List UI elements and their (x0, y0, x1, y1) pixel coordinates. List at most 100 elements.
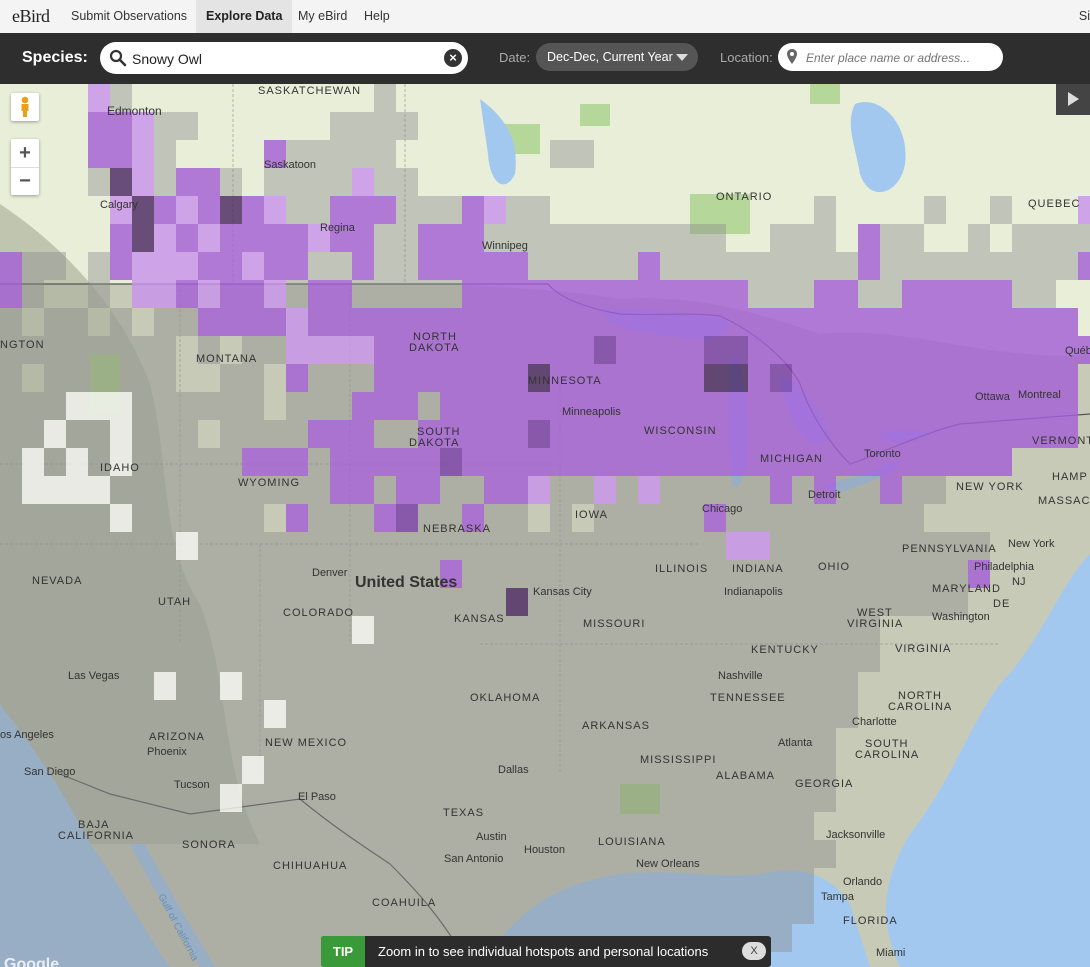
grid-cell (330, 140, 352, 168)
species-input[interactable] (130, 47, 434, 71)
label-kentucky: KENTUCKY (751, 644, 819, 656)
grid-cell (154, 560, 176, 588)
park-patch (580, 104, 610, 126)
grid-cell (462, 364, 484, 392)
grid-cell (132, 840, 154, 868)
grid-cell (506, 308, 528, 336)
grid-cell (220, 420, 242, 448)
zoom-out-button[interactable]: − (11, 167, 39, 195)
map-canvas[interactable]: SASKATCHEWAN Edmonton Saskatoon Calgary … (0, 84, 1090, 967)
grid-cell (132, 756, 154, 784)
grid-cell (132, 280, 154, 308)
grid-cell (748, 392, 770, 420)
grid-cell (682, 308, 704, 336)
grid-cell (792, 504, 814, 532)
grid-cell (968, 224, 990, 252)
grid-cell (616, 896, 638, 924)
grid-cell (682, 896, 704, 924)
grid-cell (682, 644, 704, 672)
nav-sign-in-partial[interactable]: Si (1079, 0, 1090, 33)
location-search-box[interactable] (778, 43, 1003, 71)
grid-cell (396, 112, 418, 140)
grid-cell (660, 896, 682, 924)
grid-cell (572, 532, 594, 560)
grid-cell (396, 812, 418, 840)
grid-cell (528, 560, 550, 588)
label-tennessee: TENNESSEE (710, 692, 786, 704)
ebird-logo[interactable]: eBird (12, 6, 50, 27)
label-utah: UTAH (158, 596, 191, 608)
grid-cell (594, 224, 616, 252)
zoom-in-button[interactable]: + (11, 139, 39, 168)
grid-cell (374, 112, 396, 140)
label-calgary: Calgary (100, 199, 138, 211)
grid-cell (550, 420, 572, 448)
grid-cell (308, 672, 330, 700)
label-dallas: Dallas (498, 764, 529, 776)
grid-cell (132, 952, 154, 967)
label-los-angeles: os Angeles (0, 729, 54, 741)
grid-cell (44, 252, 66, 280)
grid-cell (902, 280, 924, 308)
grid-cell (484, 644, 506, 672)
label-regina: Regina (320, 222, 356, 234)
grid-cell (330, 868, 352, 896)
grid-cell (88, 616, 110, 644)
grid-cell (550, 532, 572, 560)
street-view-pegman-button[interactable] (11, 93, 39, 121)
grid-cell (176, 644, 198, 672)
nav-help[interactable]: Help (354, 0, 400, 33)
grid-cell (242, 840, 264, 868)
expand-panel-button[interactable] (1056, 84, 1090, 115)
grid-cell (286, 448, 308, 476)
grid-cell (374, 756, 396, 784)
grid-cell (594, 336, 616, 364)
grid-cell (198, 616, 220, 644)
label-georgia: GEORGIA (795, 778, 853, 790)
grid-cell (220, 308, 242, 336)
nav-explore-data[interactable]: Explore Data (196, 0, 293, 33)
location-input[interactable] (804, 47, 998, 69)
grid-cell (110, 168, 132, 196)
grid-cell (528, 308, 550, 336)
grid-cell (528, 476, 550, 504)
grid-cell (528, 252, 550, 280)
grid-cell (154, 812, 176, 840)
grid-cell (440, 700, 462, 728)
grid-cell (264, 448, 286, 476)
chevron-down-icon (676, 54, 688, 61)
grid-cell (132, 672, 154, 700)
grid-cell (220, 532, 242, 560)
label-coahuila: COAHUILA (372, 897, 436, 909)
grid-cell (550, 252, 572, 280)
clear-species-icon[interactable]: × (444, 49, 462, 67)
grid-cell (242, 812, 264, 840)
nav-my-ebird[interactable]: My eBird (288, 0, 357, 33)
grid-cell (638, 392, 660, 420)
grid-cell (66, 924, 88, 952)
nav-submit-observations[interactable]: Submit Observations (61, 0, 197, 33)
grid-cell (814, 252, 836, 280)
grid-cell (484, 700, 506, 728)
grid-cell (748, 420, 770, 448)
grid-cell (154, 672, 176, 700)
grid-cell (0, 700, 22, 728)
grid-cell (462, 476, 484, 504)
range-map[interactable]: SASKATCHEWAN Edmonton Saskatoon Calgary … (0, 84, 1090, 967)
grid-cell (550, 672, 572, 700)
grid-cell (66, 784, 88, 812)
grid-cell (220, 952, 242, 967)
tip-close-button[interactable]: X (742, 942, 766, 960)
grid-cell (572, 252, 594, 280)
grid-cell (616, 588, 638, 616)
species-search-box[interactable]: × (100, 42, 468, 74)
date-dropdown[interactable]: Dec-Dec, Current Year (536, 43, 698, 71)
grid-cell (1034, 336, 1056, 364)
grid-cell (418, 868, 440, 896)
grid-cell (308, 448, 330, 476)
grid-cell (352, 532, 374, 560)
grid-cell (550, 756, 572, 784)
grid-cell (154, 784, 176, 812)
grid-cell (968, 420, 990, 448)
grid-cell (484, 784, 506, 812)
